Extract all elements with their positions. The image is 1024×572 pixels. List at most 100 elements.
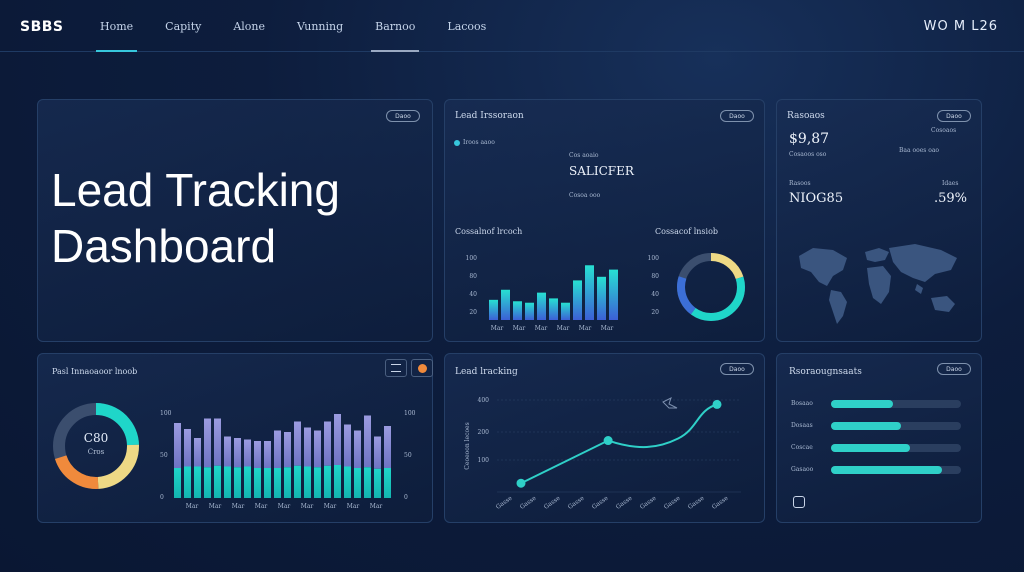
nav-item-3[interactable]: Alone [229, 0, 269, 52]
bar [573, 280, 582, 320]
bar-bottom-segment [174, 468, 181, 498]
bar-bottom-segment [344, 466, 351, 498]
bar-bottom-segment [294, 465, 301, 498]
date-pill[interactable]: Daoo [720, 110, 754, 122]
stat-side-bottom: Baa ooes oao [899, 147, 940, 154]
date-pill[interactable]: Daoo [937, 110, 971, 122]
source-label: Bosaao [791, 400, 813, 407]
x-tick-label: Mar [255, 503, 268, 510]
hero-card: Daoo Lead Tracking Dashboard [37, 99, 433, 342]
conversion-donut-chart [53, 403, 139, 489]
nav-item-5[interactable]: Barnoo [371, 0, 420, 52]
nav-item-6[interactable]: Lacoos [443, 0, 490, 52]
bar-top-segment [284, 432, 291, 468]
nav-item-4[interactable]: Vunning [293, 0, 347, 52]
stat-value-2: NIOG85 [789, 191, 844, 206]
bar [609, 269, 618, 320]
data-point [603, 436, 613, 446]
x-tick-label: Mar [347, 503, 360, 510]
bar [549, 298, 558, 320]
export-icon[interactable] [793, 496, 805, 508]
y-tick-label: 40 [469, 291, 477, 298]
bar [561, 302, 570, 320]
source-progress-track [831, 444, 961, 452]
card-title: Lead Irssoraon [455, 111, 524, 121]
bar-bottom-segment [324, 465, 331, 498]
source-progress-fill [831, 400, 894, 408]
y-tick-label: 100 [478, 457, 490, 464]
bar-bottom-segment [334, 465, 341, 498]
source-label: Coscae [791, 444, 813, 451]
bar-top-segment [334, 414, 341, 465]
x-tick-label: Gasse [591, 494, 610, 510]
bar-top-segment [244, 439, 251, 467]
bar-bottom-segment [204, 467, 211, 498]
lead-donut-chart [677, 253, 745, 321]
bar-top-segment [194, 438, 201, 467]
source-progress-fill [831, 466, 942, 474]
stat-label-1: Cosaoos oso [789, 151, 827, 158]
stat-side-value-2: .59% [934, 191, 968, 206]
y-tick-label-right: 80 [651, 273, 659, 280]
center-value: SALICFER [569, 164, 634, 178]
bar-bottom-segment [244, 466, 251, 498]
bar-bottom-segment [224, 466, 231, 498]
y-tick-label: 20 [469, 309, 477, 316]
x-tick-label: Mar [579, 325, 592, 332]
main-nav: Home Capity Alone Vunning Barnoo Lacoos [96, 0, 514, 52]
bar-top-segment [294, 421, 301, 466]
bar-bottom-segment [354, 468, 361, 498]
nav-item-home[interactable]: Home [96, 0, 138, 52]
y-tick-label-right: 0 [404, 494, 408, 501]
x-tick-label: Gasse [615, 494, 634, 510]
stat-side-top: Cosoaos [931, 127, 957, 134]
source-progress-track [831, 466, 961, 474]
x-tick-label: Gasse [543, 494, 562, 510]
brand-logo[interactable]: SBBS [20, 19, 64, 35]
legend-label: Iroos aaoo [463, 139, 495, 146]
x-tick-label: Mar [557, 325, 570, 332]
bar-top-segment [224, 436, 231, 467]
y-tick-label-left: 100 [160, 410, 172, 417]
nav-item-2[interactable]: Capity [161, 0, 205, 52]
x-tick-label: Mar [278, 503, 291, 510]
bar-bottom-segment [364, 467, 371, 498]
x-tick-label: Mar [535, 325, 548, 332]
center-caption: Cos aoaio [569, 152, 599, 159]
x-tick-label: Mar [513, 325, 526, 332]
bar-top-segment [374, 436, 381, 469]
donut-title: Cossacof lnsiob [655, 227, 719, 236]
source-progress-fill [831, 422, 902, 430]
x-tick-label: Mar [301, 503, 314, 510]
bar-top-segment [264, 441, 271, 468]
date-pill[interactable]: Daoo [937, 363, 971, 375]
bar-top-segment [274, 430, 281, 468]
center-sub: Cosoa ooo [569, 192, 601, 199]
bar-top-segment [174, 423, 181, 468]
bar-bottom-segment [214, 465, 221, 498]
data-point [516, 478, 526, 488]
bar-bottom-segment [374, 468, 381, 498]
x-tick-label: Mar [370, 503, 383, 510]
y-tick-label-right: 100 [648, 255, 660, 262]
source-progress-fill [831, 444, 911, 452]
bar [585, 265, 594, 320]
performance-card: Pasl Innaoaoor lnoob C80 Cros 100 100 50 50… [37, 353, 433, 523]
bar-top-segment [384, 426, 391, 468]
bar [513, 301, 522, 320]
source-label: Gasaoo [791, 466, 814, 473]
user-menu[interactable]: WO M L26 [924, 19, 998, 34]
bar-bottom-segment [314, 467, 321, 498]
card-title: Pasl Innaoaoor lnoob [52, 367, 138, 376]
hero-date-pill[interactable]: Daoo [386, 110, 420, 122]
bar-bottom-segment [284, 467, 291, 498]
y-tick-label-right: 40 [651, 291, 659, 298]
x-tick-label: Mar [186, 503, 199, 510]
bar-top-segment [184, 429, 191, 467]
lead-overview-card: Lead Irssoraon Daoo Iroos aaoo Cos aoaio… [444, 99, 765, 342]
sources-card: Rsoraougnsaats Daoo Bosaao Dosaas Coscae Ga… [776, 353, 982, 523]
donut-center-value: C80 [83, 431, 109, 445]
y-tick-label-right: 50 [404, 452, 412, 459]
page-title-line2: Dashboard [51, 220, 277, 272]
bar [525, 302, 534, 320]
